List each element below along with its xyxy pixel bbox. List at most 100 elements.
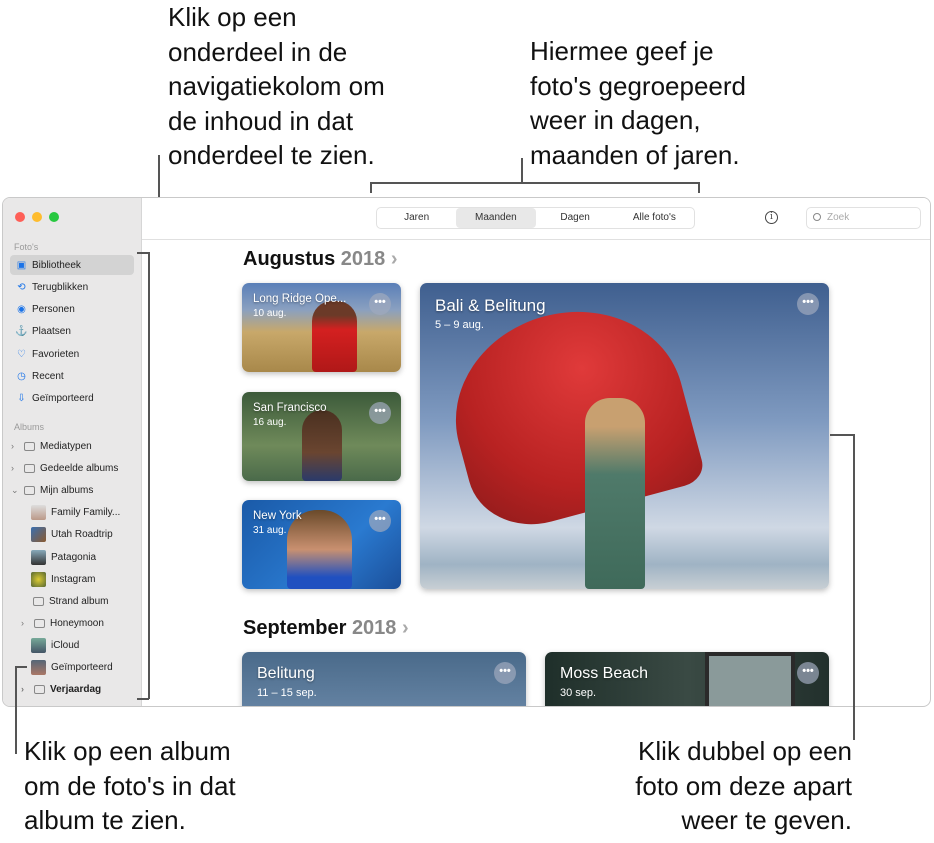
annotation-album: Klik op een album om de foto's in dat al… xyxy=(24,736,236,835)
sidebar-item-label: Geïmporteerd xyxy=(51,661,113,673)
photo-subject xyxy=(312,301,357,372)
sidebar-item-label: Favorieten xyxy=(32,348,80,360)
photo-card[interactable]: Moss Beach 30 sep. ••• xyxy=(545,652,829,706)
sidebar-item-label: Gedeelde albums xyxy=(40,462,119,474)
sidebar-item-shared-albums[interactable]: › Gedeelde albums xyxy=(5,458,129,478)
tab-all-photos[interactable]: Alle foto's xyxy=(615,208,694,228)
chevron-right-icon[interactable]: › xyxy=(11,463,19,473)
sidebar-item-label: Honeymoon xyxy=(50,617,104,629)
sidebar-item-my-albums[interactable]: ⌄ Mijn albums xyxy=(5,480,129,500)
card-title: Belitung xyxy=(257,665,315,682)
sidebar-item-label: Utah Roadtrip xyxy=(51,528,113,540)
chevron-right-icon[interactable]: › xyxy=(11,441,19,451)
sidebar-item-memories[interactable]: ⟲ Terugblikken xyxy=(10,277,134,297)
callout-line xyxy=(15,666,17,754)
photo-card-featured[interactable]: Bali & Belitung 5 – 9 aug. ••• xyxy=(420,283,829,589)
album-utah-roadtrip[interactable]: Utah Roadtrip xyxy=(25,524,135,544)
album-strand[interactable]: Strand album xyxy=(25,591,135,611)
album-stack-icon xyxy=(24,485,35,495)
card-date: 31 aug. xyxy=(253,525,287,536)
album-thumbnail xyxy=(31,526,46,542)
search-placeholder: Zoek xyxy=(827,212,850,223)
card-title: San Francisco xyxy=(253,402,327,414)
album-family[interactable]: Family Family... xyxy=(25,502,135,522)
month-year: 2018 xyxy=(351,617,397,639)
card-date: 10 aug. xyxy=(253,308,287,319)
people-icon: ◉ xyxy=(17,303,26,315)
search-input[interactable]: Zoek xyxy=(806,207,921,229)
view-segmented-control: Jaren Maanden Dagen Alle foto's xyxy=(376,207,695,229)
sidebar-item-favorites[interactable]: ♡ Favorieten xyxy=(10,344,134,364)
sidebar-item-library[interactable]: ▣ Bibliotheek xyxy=(10,255,134,275)
folder-honeymoon[interactable]: › Honeymoon xyxy=(15,613,135,633)
sidebar-item-label: Family Family... xyxy=(51,506,121,518)
more-options-button[interactable]: ••• xyxy=(494,662,516,684)
sidebar-item-label: Instagram xyxy=(51,573,96,585)
window-controls xyxy=(15,212,59,222)
photo-window xyxy=(705,652,795,706)
album-thumbnail xyxy=(31,637,46,653)
photo-card[interactable]: Long Ridge Ope... 10 aug. ••• xyxy=(242,283,401,372)
sidebar-item-label: Terugblikken xyxy=(32,281,89,293)
album-stack-icon xyxy=(24,441,35,451)
album-imported[interactable]: Geïmporteerd xyxy=(25,657,135,677)
album-icloud[interactable]: iCloud xyxy=(25,635,135,655)
photo-card[interactable]: San Francisco 16 aug. ••• xyxy=(242,392,401,481)
card-title: Long Ridge Ope... xyxy=(253,293,347,305)
sidebar-item-imported[interactable]: ⇩ Geïmporteerd xyxy=(10,388,134,408)
toolbar: Jaren Maanden Dagen Alle foto's i Zoek xyxy=(142,198,930,240)
tab-months[interactable]: Maanden xyxy=(456,208,536,228)
chevron-down-icon[interactable]: ⌄ xyxy=(11,485,19,496)
callout-line xyxy=(15,666,27,668)
more-options-button[interactable]: ••• xyxy=(369,510,391,532)
folder-icon xyxy=(34,684,45,694)
sidebar-item-label: Patagonia xyxy=(51,551,97,563)
chevron-right-icon: › xyxy=(390,248,398,270)
chevron-right-icon[interactable]: › xyxy=(21,618,29,628)
more-options-button[interactable]: ••• xyxy=(369,293,391,315)
sidebar-item-label: Bibliotheek xyxy=(32,259,81,271)
sidebar-item-label: Geïmporteerd xyxy=(32,392,94,404)
month-header-september[interactable]: September 2018 › xyxy=(243,617,409,640)
card-date: 11 – 15 sep. xyxy=(257,687,317,699)
annotation-view-groups: Hiermee geef je foto's gegroepeerd weer … xyxy=(530,36,747,170)
album-patagonia[interactable]: Patagonia xyxy=(25,547,135,567)
folder-verjaardag[interactable]: › Verjaardag xyxy=(15,679,135,699)
month-year: 2018 xyxy=(340,248,386,270)
import-icon: ⇩ xyxy=(17,392,26,404)
search-icon xyxy=(813,213,821,221)
callout-line xyxy=(370,182,372,193)
sidebar-item-label: Mijn albums xyxy=(40,484,94,496)
annotation-navigation: Klik op een onderdeel in de navigatiekol… xyxy=(168,2,385,170)
album-thumbnail xyxy=(31,659,46,675)
info-icon[interactable]: i xyxy=(765,211,778,224)
more-options-button[interactable]: ••• xyxy=(797,662,819,684)
month-header-august[interactable]: Augustus 2018 › xyxy=(243,248,398,271)
album-thumbnail xyxy=(31,549,46,565)
minimize-button[interactable] xyxy=(32,212,42,222)
close-button[interactable] xyxy=(15,212,25,222)
sidebar-item-label: Strand album xyxy=(49,595,109,607)
more-options-button[interactable]: ••• xyxy=(797,293,819,315)
folder-icon xyxy=(34,618,45,628)
card-date: 16 aug. xyxy=(253,417,287,428)
card-title: Bali & Belitung xyxy=(435,296,546,315)
sidebar-item-people[interactable]: ◉ Personen xyxy=(10,299,134,319)
sidebar-item-recent[interactable]: ◷ Recent xyxy=(10,366,134,386)
sidebar-item-media-types[interactable]: › Mediatypen xyxy=(5,436,129,456)
album-instagram[interactable]: Instagram xyxy=(25,569,135,589)
clock-icon: ◷ xyxy=(17,370,26,382)
zoom-button[interactable] xyxy=(49,212,59,222)
more-options-button[interactable]: ••• xyxy=(369,402,391,424)
photo-subject xyxy=(302,410,342,481)
card-title: Moss Beach xyxy=(560,665,649,682)
month-name: Augustus xyxy=(243,248,336,270)
sidebar-item-places[interactable]: ⚓ Plaatsen xyxy=(10,321,134,341)
photo-card[interactable]: Belitung 11 – 15 sep. ••• xyxy=(242,652,526,706)
tab-days[interactable]: Dagen xyxy=(536,208,615,228)
sidebar-item-label: Personen xyxy=(32,303,75,315)
callout-line xyxy=(137,252,149,254)
chevron-right-icon[interactable]: › xyxy=(21,684,29,694)
tab-years[interactable]: Jaren xyxy=(377,208,456,228)
photo-card[interactable]: New York 31 aug. ••• xyxy=(242,500,401,589)
